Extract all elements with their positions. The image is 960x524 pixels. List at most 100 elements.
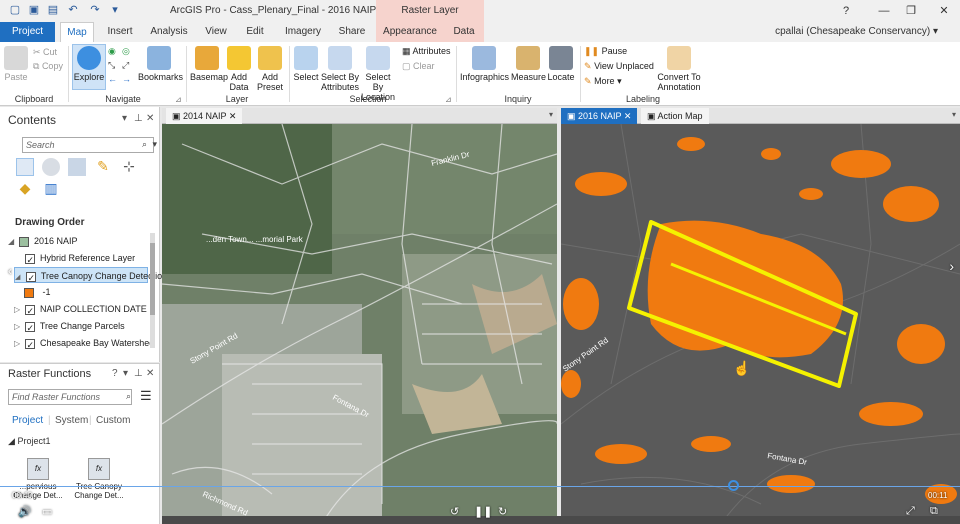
tab-2014-naip[interactable]: ▣ 2014 NAIP ✕	[166, 108, 243, 124]
raster-functions-search-input[interactable]: Find Raster Functions	[8, 389, 132, 405]
add-preset-button[interactable]: Add Preset	[254, 46, 286, 92]
fullscreen-icon[interactable]: ⤢	[906, 505, 915, 518]
tab-raster-system[interactable]: System	[55, 415, 88, 426]
help-button[interactable]: ?	[838, 3, 854, 19]
layer-row[interactable]: ▷ Chesapeake Bay Watershed	[14, 335, 154, 353]
full-extent-icon[interactable]: ◉	[108, 45, 116, 57]
zoom-out-icon[interactable]: ⤢	[122, 59, 129, 71]
pin-icon[interactable]: ⊥	[134, 113, 143, 124]
visibility-checkbox[interactable]	[24, 303, 35, 319]
close-pane-icon[interactable]: ✕	[146, 368, 154, 379]
open-folder-icon[interactable]: ▣	[27, 4, 41, 17]
visibility-checkbox[interactable]	[24, 252, 35, 268]
selection-dialog-launcher-icon[interactable]: ⊿	[445, 94, 452, 106]
captions-icon[interactable]: ▭	[42, 505, 52, 518]
cut-button[interactable]: ✂ Cut	[33, 46, 57, 58]
add-data-button[interactable]: Add Data	[227, 46, 251, 92]
redo-icon[interactable]: ↷	[88, 4, 102, 17]
new-project-icon[interactable]: ▢	[8, 4, 22, 17]
view-unplaced-button[interactable]: ✎ View Unplaced	[584, 60, 654, 72]
tab-raster-project[interactable]: Project	[12, 415, 43, 426]
tab-insert[interactable]: Insert	[100, 22, 140, 42]
video-scrubber-handle[interactable]	[728, 480, 739, 491]
tab-appearance[interactable]: Appearance	[376, 22, 444, 42]
layer-row[interactable]: ▷ Tree Change Parcels	[14, 318, 125, 336]
tab-data[interactable]: Data	[444, 22, 484, 42]
tab-2016-naip[interactable]: ▣ 2016 NAIP ✕	[561, 108, 638, 124]
more-labeling-button[interactable]: ✎ More ▾	[584, 75, 622, 87]
visibility-checkbox[interactable]	[24, 320, 35, 336]
basemap-button[interactable]: Basemap	[190, 46, 228, 82]
video-next-arrow-icon[interactable]: ›	[949, 258, 954, 274]
search-icon[interactable]: ⌕	[126, 391, 131, 402]
video-timeline[interactable]	[0, 486, 960, 487]
restore-button[interactable]: ❐	[903, 3, 919, 19]
map-view-2014[interactable]: ▣ 2014 NAIP ✕ ▾ Franklin Dr Stony Point …	[162, 108, 557, 524]
clear-selection-button[interactable]: ▢ Clear	[402, 60, 435, 72]
customize-quick-access-icon[interactable]: ▾	[108, 4, 122, 17]
tab-imagery[interactable]: Imagery	[278, 22, 328, 42]
popout-icon[interactable]: ⧉	[930, 505, 938, 518]
convert-to-annotation-button[interactable]: Convert To Annotation	[654, 46, 704, 92]
collapse-icon[interactable]: ◢	[8, 234, 16, 250]
pause-video-icon[interactable]: ❚❚	[474, 505, 492, 518]
list-by-editing-icon[interactable]: ✎	[94, 158, 112, 176]
user-account[interactable]: cpallai (Chesapeake Conservancy) ▾	[775, 26, 938, 37]
list-by-snapping-icon[interactable]: ⊹	[120, 158, 138, 176]
layer-row-selected[interactable]: ◢ Tree Canopy Change Detectio	[14, 267, 162, 286]
tab-action-map[interactable]: ▣ Action Map	[641, 108, 709, 124]
search-icon[interactable]: ⌕	[142, 139, 147, 150]
select-by-attributes-button[interactable]: Select By Attributes	[320, 46, 360, 92]
explore-button[interactable]: Explore	[73, 46, 105, 82]
list-by-labeling-icon[interactable]: ◆	[16, 180, 34, 198]
bookmarks-button[interactable]: Bookmarks	[138, 46, 183, 82]
select-button[interactable]: Select	[293, 46, 319, 82]
measure-button[interactable]: Measure	[511, 46, 546, 82]
fixed-zoom-icon[interactable]: ◎	[122, 45, 130, 57]
save-icon[interactable]: ▤	[46, 4, 60, 17]
copy-button[interactable]: ⧉ Copy	[33, 60, 63, 72]
list-by-charts-icon[interactable]: ▥	[42, 180, 60, 198]
video-prev-arrow-icon[interactable]: ‹	[8, 264, 12, 278]
list-by-data-source-icon[interactable]	[42, 158, 60, 176]
visibility-checkbox[interactable]	[24, 337, 35, 353]
zoom-in-icon[interactable]: ⤡	[108, 59, 115, 71]
list-by-selection-icon[interactable]	[68, 158, 86, 176]
minimize-button[interactable]: —	[876, 3, 892, 19]
raster-group-header[interactable]: ◢ Project1	[8, 436, 50, 447]
raster-function-item[interactable]: fx Tree Canopy Change Det...	[70, 458, 128, 500]
tab-raster-custom[interactable]: Custom	[96, 415, 130, 426]
visibility-checkbox[interactable]	[25, 270, 36, 286]
pin-icon[interactable]: ⊥	[134, 368, 143, 379]
expand-icon[interactable]: ▷	[14, 302, 22, 318]
rewind-icon[interactable]: ↺	[450, 505, 459, 518]
back-arrow-icon[interactable]: ←	[108, 73, 117, 85]
tab-map[interactable]: Map	[60, 22, 94, 42]
close-button[interactable]: ✕	[936, 3, 952, 19]
close-pane-icon[interactable]: ✕	[146, 113, 154, 124]
expand-icon[interactable]: ▷	[14, 336, 22, 352]
contents-scrollbar[interactable]	[150, 233, 155, 348]
fast-forward-icon[interactable]: ↻	[498, 505, 507, 518]
expand-icon[interactable]: ▷	[14, 319, 22, 335]
contents-search-input[interactable]: Search	[22, 137, 154, 153]
help-icon[interactable]: ?	[112, 368, 118, 379]
volume-icon[interactable]: 🔊	[18, 505, 32, 518]
close-tab-icon[interactable]: ✕	[624, 111, 632, 121]
navigate-dialog-launcher-icon[interactable]: ⊿	[175, 94, 182, 106]
pane-options-icon[interactable]: ▾	[123, 368, 128, 379]
menu-icon[interactable]: ☰	[140, 388, 152, 404]
tab-list-dropdown-icon[interactable]: ▾	[952, 110, 956, 119]
forward-arrow-icon[interactable]: →	[122, 73, 131, 85]
tab-analysis[interactable]: Analysis	[145, 22, 193, 42]
undo-icon[interactable]: ↶	[66, 4, 80, 17]
tab-view[interactable]: View	[198, 22, 234, 42]
attributes-button[interactable]: ▦ Attributes	[402, 45, 451, 57]
pane-options-icon[interactable]: ▾	[122, 113, 127, 124]
tab-project[interactable]: Project	[0, 22, 55, 42]
layer-row[interactable]: Hybrid Reference Layer	[14, 250, 135, 268]
locate-button[interactable]: Locate	[547, 46, 575, 82]
close-tab-icon[interactable]: ✕	[229, 111, 237, 121]
layer-row[interactable]: ▷ NAIP COLLECTION DATE	[14, 301, 147, 319]
paste-button[interactable]: Paste	[4, 46, 28, 82]
